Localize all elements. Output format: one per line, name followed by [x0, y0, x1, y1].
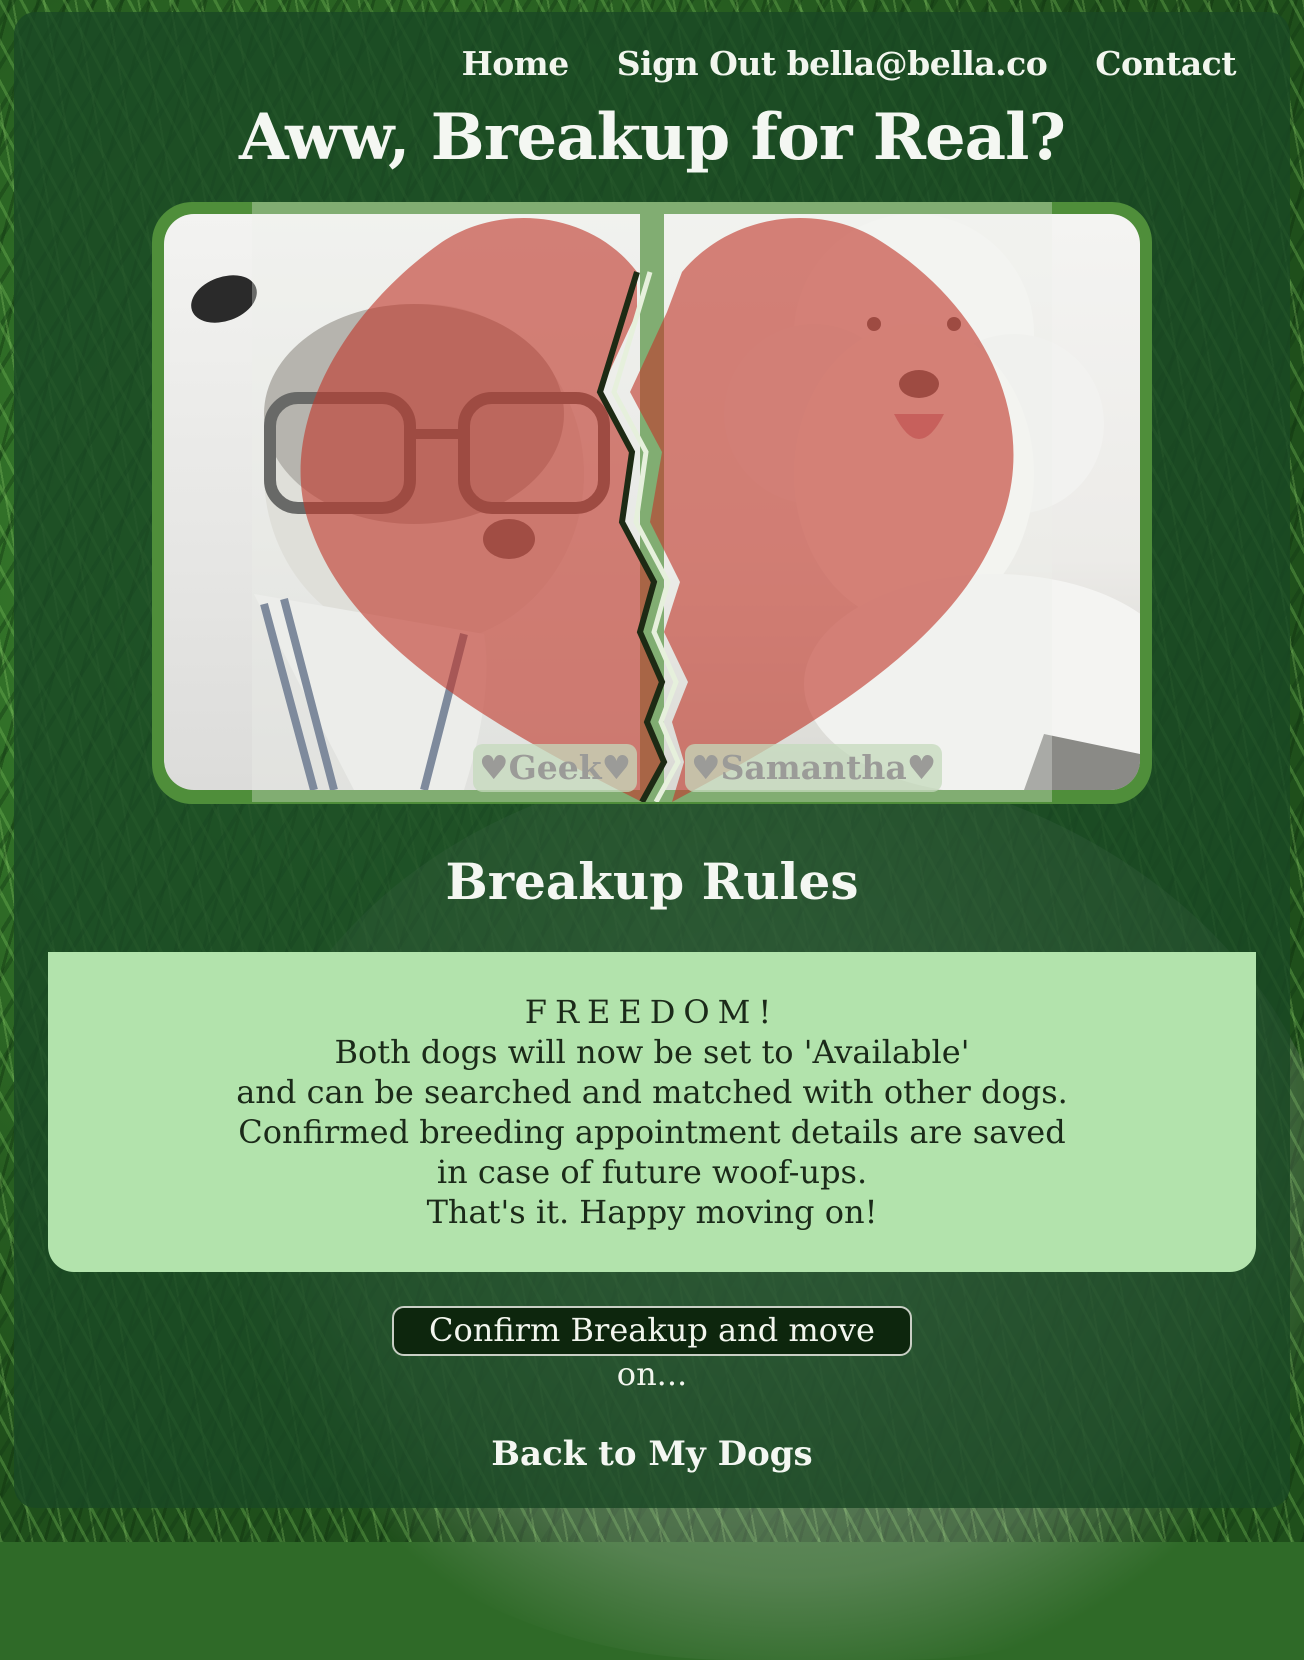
rules-line: That's it. Happy moving on!	[426, 1193, 878, 1231]
rules-title: FREEDOM!	[524, 993, 780, 1031]
top-nav: Home Sign Out bella@bella.co Contact	[462, 44, 1237, 83]
broken-heart-icon	[300, 218, 1014, 802]
confirm-breakup-button[interactable]: Confirm Breakup and move on...	[392, 1306, 912, 1393]
left-dog-name-tag: ♥Geek♥	[473, 744, 638, 792]
right-dog-name-tag: ♥Samantha♥	[685, 744, 943, 792]
nav-contact-link[interactable]: Contact	[1095, 44, 1236, 83]
rules-line: in case of future woof-ups.	[436, 1153, 868, 1191]
nav-home-link[interactable]: Home	[462, 44, 570, 83]
nav-sign-out-link[interactable]: Sign Out bella@bella.co	[617, 44, 1048, 83]
rules-box: FREEDOM! Both dogs will now be set to 'A…	[48, 952, 1256, 1272]
rules-line: Confirmed breeding appointment details a…	[238, 1113, 1066, 1151]
page-title: Aww, Breakup for Real?	[239, 100, 1066, 175]
back-to-my-dogs-link[interactable]: Back to My Dogs	[0, 1434, 1304, 1474]
rules-line: Both dogs will now be set to 'Available'	[334, 1033, 970, 1071]
rules-line: and can be searched and matched with oth…	[236, 1073, 1068, 1111]
rules-heading: Breakup Rules	[445, 852, 859, 911]
